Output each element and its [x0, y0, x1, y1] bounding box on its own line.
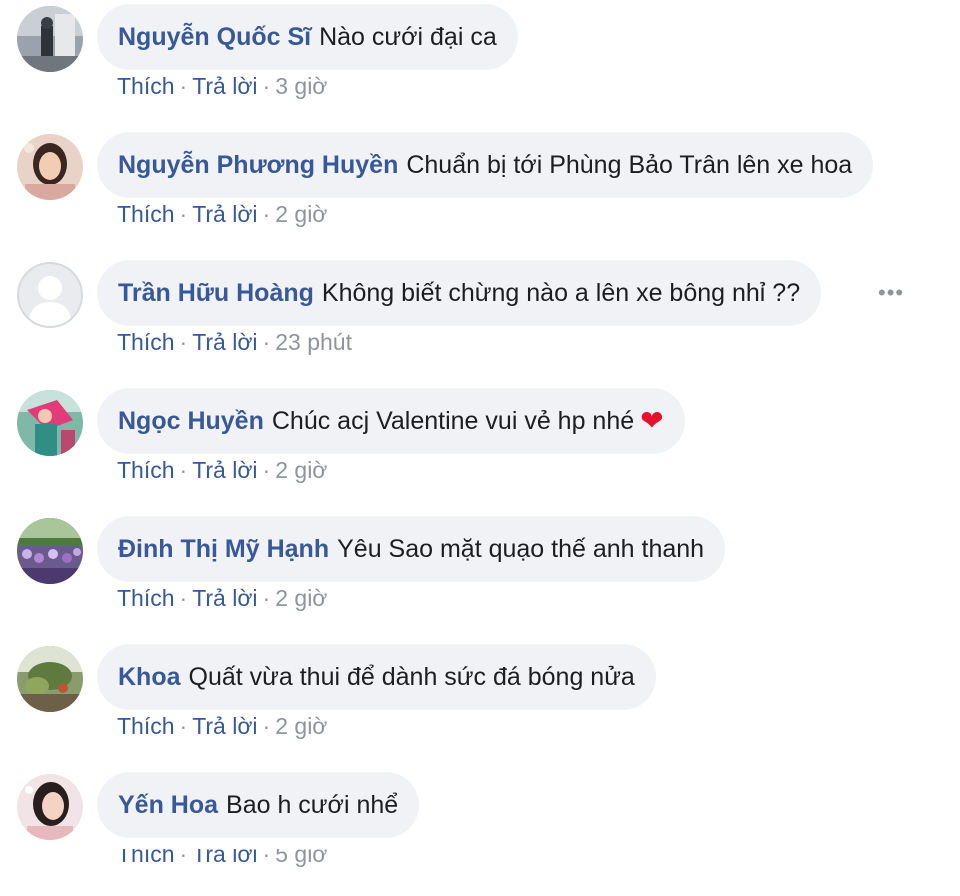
avatar[interactable]: [17, 774, 83, 840]
comment: Trần Hữu Hoàng Không biết chừng nào a lê…: [0, 256, 960, 384]
comment-text: Chuẩn bị tới Phùng Bảo Trân lên xe hoa: [406, 150, 853, 179]
comment-author[interactable]: Nguyễn Quốc Sĩ: [118, 23, 311, 52]
comment-bubble: Ngọc Huyền Chúc acj Valentine vui vẻ hp …: [97, 388, 685, 454]
heart-emoji-icon: ❤: [640, 405, 664, 436]
more-options-icon[interactable]: •••: [878, 281, 904, 305]
comment: Yến Hoa Bao h cưới nhể Thích · Trả lời · 5 g…: [0, 768, 960, 896]
separator: ·: [262, 457, 271, 483]
comment-text: Không biết chừng nào a lên xe bông nhỉ ?…: [321, 278, 801, 307]
reply-link[interactable]: Trả lời: [192, 585, 257, 611]
comment-actions: Thích · Trả lời · 2 giờ: [117, 584, 327, 612]
like-link[interactable]: Thích: [117, 457, 175, 483]
like-link[interactable]: Thích: [117, 201, 175, 227]
comment-bubble: Khoa Quất vừa thui để dành sức đá bóng n…: [97, 644, 656, 710]
reply-link[interactable]: Trả lời: [192, 201, 257, 227]
separator: ·: [262, 201, 271, 227]
comment-author[interactable]: Trần Hữu Hoàng: [118, 279, 314, 308]
separator: ·: [262, 73, 271, 99]
comment-text: Quất vừa thui để dành sức đá bóng nửa: [188, 662, 635, 691]
comment: Đinh Thị Mỹ Hạnh Yêu Sao mặt quạo thế an…: [0, 512, 960, 640]
separator: ·: [179, 713, 188, 739]
comment: Khoa Quất vừa thui để dành sức đá bóng n…: [0, 640, 960, 768]
comment-text: Bao h cưới nhể: [226, 790, 399, 819]
avatar[interactable]: [17, 518, 83, 584]
comment-actions: Thích · Trả lời · 2 giờ: [117, 200, 327, 228]
avatar[interactable]: [17, 646, 83, 712]
comment-time[interactable]: 2 giờ: [275, 585, 327, 611]
comment-time[interactable]: 2 giờ: [275, 201, 327, 227]
avatar[interactable]: [17, 6, 83, 72]
comment-author[interactable]: Yến Hoa: [118, 791, 218, 820]
comment-actions: Thích · Trả lời · 23 phút: [117, 328, 352, 356]
comment-author[interactable]: Đinh Thị Mỹ Hạnh: [118, 535, 329, 564]
comment: Nguyễn Phương Huyền Chuẩn bị tới Phùng B…: [0, 128, 960, 256]
comment-bubble: Nguyễn Phương Huyền Chuẩn bị tới Phùng B…: [97, 132, 874, 198]
comment-text: Chúc acj Valentine vui vẻ hp nhé: [271, 406, 635, 435]
comment-bubble: Yến Hoa Bao h cưới nhể: [97, 772, 420, 838]
reply-link[interactable]: Trả lời: [192, 329, 257, 355]
separator: ·: [179, 201, 188, 227]
separator: ·: [262, 329, 271, 355]
reply-link[interactable]: Trả lời: [192, 457, 257, 483]
comment-time[interactable]: 2 giờ: [275, 713, 327, 739]
separator: ·: [262, 713, 271, 739]
viewport-cutoff: [0, 842, 960, 849]
comment: Nguyễn Quốc Sĩ Nào cưới đại ca Thích · Trả…: [0, 0, 960, 128]
separator: ·: [179, 73, 188, 99]
comment: Ngọc Huyền Chúc acj Valentine vui vẻ hp …: [0, 384, 960, 512]
comment-text: Nào cưới đại ca: [319, 22, 497, 51]
avatar[interactable]: [17, 390, 83, 456]
comment-bubble: Đinh Thị Mỹ Hạnh Yêu Sao mặt quạo thế an…: [97, 516, 726, 582]
separator: ·: [179, 585, 188, 611]
separator: ·: [262, 585, 271, 611]
default-avatar-icon[interactable]: [17, 262, 83, 328]
comment-time[interactable]: 3 giờ: [275, 73, 327, 99]
separator: ·: [179, 457, 188, 483]
comment-author[interactable]: Nguyễn Phương Huyền: [118, 151, 398, 180]
comment-author[interactable]: Khoa: [118, 663, 181, 692]
reply-link[interactable]: Trả lời: [192, 713, 257, 739]
avatar[interactable]: [17, 134, 83, 200]
comment-time[interactable]: 2 giờ: [275, 457, 327, 483]
like-link[interactable]: Thích: [117, 73, 175, 99]
comment-actions: Thích · Trả lời · 2 giờ: [117, 456, 327, 484]
comment-actions: Thích · Trả lời · 2 giờ: [117, 712, 327, 740]
comment-bubble: Trần Hữu Hoàng Không biết chừng nào a lê…: [97, 260, 822, 326]
like-link[interactable]: Thích: [117, 585, 175, 611]
like-link[interactable]: Thích: [117, 329, 175, 355]
comment-actions: Thích · Trả lời · 3 giờ: [117, 72, 327, 100]
separator: ·: [179, 329, 188, 355]
comment-bubble: Nguyễn Quốc Sĩ Nào cưới đại ca: [97, 4, 518, 70]
comment-author[interactable]: Ngọc Huyền: [118, 407, 264, 436]
comment-time[interactable]: 23 phút: [275, 329, 352, 355]
comment-text: Yêu Sao mặt quạo thế anh thanh: [337, 534, 705, 563]
like-link[interactable]: Thích: [117, 713, 175, 739]
reply-link[interactable]: Trả lời: [192, 73, 257, 99]
